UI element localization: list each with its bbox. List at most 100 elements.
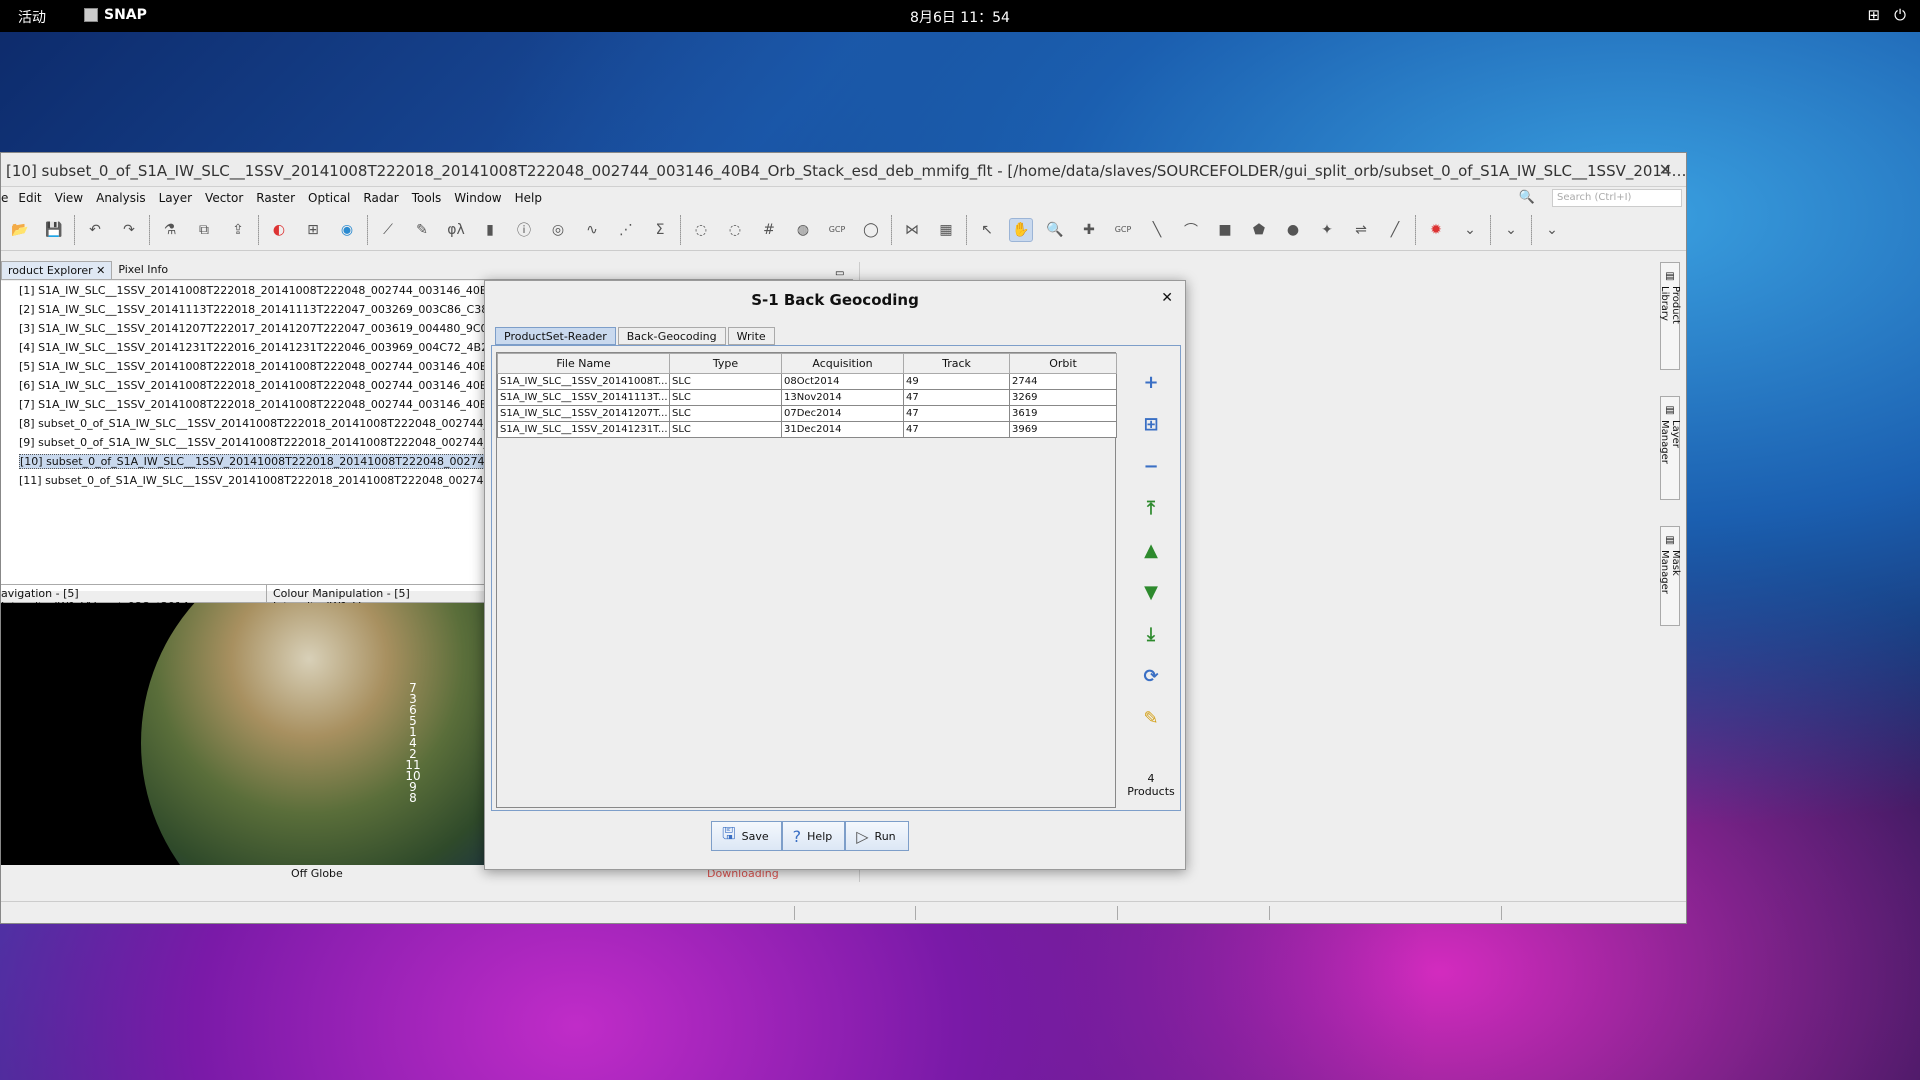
- table-row[interactable]: S1A_IW_SLC__1SSV_20141207T... SLC 07Dec201…: [497, 405, 1117, 422]
- gcp-placing-icon[interactable]: GCP: [1111, 218, 1135, 242]
- gcp-tool-2-icon[interactable]: ◌: [723, 218, 747, 242]
- list-item[interactable]: [4] S1A_IW_SLC__1SSV_20141231T222016_201…: [1, 338, 485, 357]
- tab-productset-reader[interactable]: ProductSet-Reader: [495, 327, 616, 345]
- sidebar-mask-manager[interactable]: ▤ Mask Manager: [1659, 526, 1681, 626]
- zoom-tool-icon[interactable]: 🔍: [1043, 218, 1067, 242]
- overflow-chevron-icon[interactable]: ⌄: [1540, 218, 1564, 242]
- undo-icon[interactable]: ↶: [83, 218, 107, 242]
- batch-processing-icon[interactable]: ▦: [934, 218, 958, 242]
- help-button[interactable]: ? Help: [781, 821, 846, 851]
- chevron-down-icon[interactable]: ⌄: [1458, 218, 1482, 242]
- menu-edit[interactable]: Edit: [18, 191, 41, 205]
- more-chevron-icon[interactable]: ⌄: [1499, 218, 1523, 242]
- list-item[interactable]: [6] S1A_IW_SLC__1SSV_20141008T222018_201…: [1, 376, 485, 395]
- sidebar-layer-manager[interactable]: ▤ Layer Manager: [1659, 396, 1681, 500]
- col-track[interactable]: Track: [903, 353, 1010, 374]
- pin-placing-icon[interactable]: ✚: [1077, 218, 1101, 242]
- dialog-close-icon[interactable]: ✕: [1161, 290, 1173, 306]
- move-up-icon[interactable]: ▲: [1139, 538, 1163, 562]
- save-product-icon[interactable]: 💾: [42, 218, 66, 242]
- search-input[interactable]: Search (Ctrl+I): [1552, 189, 1682, 207]
- pin-icon[interactable]: ◍: [791, 218, 815, 242]
- statistics-icon[interactable]: ◎: [546, 218, 570, 242]
- list-item[interactable]: [8] subset_0_of_S1A_IW_SLC__1SSV_2014100…: [1, 414, 485, 433]
- scatter-plot-icon[interactable]: ⋰: [614, 218, 638, 242]
- profile-plot-icon[interactable]: ⟋: [376, 218, 400, 242]
- tab-write[interactable]: Write: [727, 327, 775, 345]
- information-icon[interactable]: ⓘ: [512, 218, 536, 242]
- menu-view[interactable]: View: [55, 191, 83, 205]
- list-item[interactable]: [9] subset_0_of_S1A_IW_SLC__1SSV_2014100…: [1, 433, 485, 452]
- menu-optical[interactable]: Optical: [308, 191, 350, 205]
- polyline-tool-icon[interactable]: ⌒: [1179, 218, 1203, 242]
- table-row[interactable]: S1A_IW_SLC__1SSV_20141008T... SLC 08Oct201…: [497, 373, 1117, 390]
- search-icon[interactable]: 🔍: [1519, 190, 1535, 205]
- move-top-icon[interactable]: ⤒: [1139, 496, 1163, 520]
- move-down-icon[interactable]: ▼: [1139, 580, 1163, 604]
- gcp-tool-1-icon[interactable]: ◌: [689, 218, 713, 242]
- col-file-name[interactable]: File Name: [497, 353, 670, 374]
- menu-vector[interactable]: Vector: [205, 191, 243, 205]
- pan-tool-icon[interactable]: ✋: [1009, 217, 1033, 242]
- histogram-icon[interactable]: ▮: [478, 218, 502, 242]
- list-item[interactable]: [7] S1A_IW_SLC__1SSV_20141008T222018_201…: [1, 395, 485, 414]
- tab-product-explorer[interactable]: roduct Explorer ✕: [1, 261, 113, 279]
- gcp-icon[interactable]: GCP: [825, 218, 849, 242]
- sidebar-product-library[interactable]: ▤ Product Library: [1659, 262, 1681, 370]
- system-tray[interactable]: ⊞ ⏻: [1868, 6, 1906, 24]
- run-button[interactable]: ▷ Run: [845, 821, 909, 851]
- save-button[interactable]: 🖫 Save: [711, 821, 782, 851]
- menu-raster[interactable]: Raster: [256, 191, 295, 205]
- list-item[interactable]: [11] subset_0_of_S1A_IW_SLC__1SSV_201410…: [1, 471, 485, 490]
- star-icon[interactable]: ✹: [1424, 218, 1448, 242]
- minimize-icon[interactable]: ▭: [835, 268, 853, 279]
- grid-icon[interactable]: #: [757, 218, 781, 242]
- tab-back-geocoding[interactable]: Back-Geocoding: [617, 327, 726, 345]
- add-product-icon[interactable]: +: [1139, 370, 1163, 394]
- clock[interactable]: 8月6日 11：54: [0, 7, 1920, 27]
- table-row[interactable]: S1A_IW_SLC__1SSV_20141113T... SLC 13Nov201…: [497, 389, 1117, 406]
- export-icon[interactable]: ⇪: [226, 218, 250, 242]
- tab-navigation[interactable]: avigation - [5] Intensity_IW1_VV_mst_08O…: [1, 585, 267, 613]
- clear-icon[interactable]: ✎: [1139, 706, 1163, 730]
- add-opened-icon[interactable]: ⊞: [1139, 412, 1163, 436]
- menu-file[interactable]: e: [1, 191, 8, 205]
- subset-icon[interactable]: ⧉: [192, 218, 216, 242]
- range-finder-icon[interactable]: ⇌: [1349, 218, 1373, 242]
- menu-help[interactable]: Help: [515, 191, 542, 205]
- list-item-selected[interactable]: [10] subset_0_of_S1A_IW_SLC__1SSV_201410…: [1, 452, 485, 471]
- close-icon[interactable]: ✕: [96, 264, 105, 277]
- menu-radar[interactable]: Radar: [363, 191, 398, 205]
- menu-layer[interactable]: Layer: [159, 191, 192, 205]
- rectangle-tool-icon[interactable]: ■: [1213, 218, 1237, 242]
- polygon-tool-icon[interactable]: ⬟: [1247, 218, 1271, 242]
- band-maths-icon[interactable]: ⚗: [158, 218, 182, 242]
- open-product-icon[interactable]: 📂: [8, 218, 32, 242]
- select-tool-icon[interactable]: ↖: [975, 218, 999, 242]
- scatter-edit-icon[interactable]: ✎: [410, 218, 434, 242]
- color-palette-icon[interactable]: ◐: [267, 218, 291, 242]
- menu-analysis[interactable]: Analysis: [96, 191, 145, 205]
- phi-lambda-icon[interactable]: φλ: [444, 218, 468, 242]
- tab-pixel-info[interactable]: Pixel Info: [112, 261, 175, 279]
- list-item[interactable]: [2] S1A_IW_SLC__1SSV_20141113T222018_201…: [1, 300, 485, 319]
- globe-tool-icon[interactable]: ◯: [859, 218, 883, 242]
- table-row[interactable]: S1A_IW_SLC__1SSV_20141231T... SLC 31Dec201…: [497, 421, 1117, 438]
- col-orbit[interactable]: Orbit: [1009, 353, 1117, 374]
- spectrum-icon[interactable]: ∿: [580, 218, 604, 242]
- sigma-icon[interactable]: Σ: [648, 218, 672, 242]
- menu-window[interactable]: Window: [454, 191, 501, 205]
- window-close-icon[interactable]: ✕: [1659, 160, 1672, 179]
- col-type[interactable]: Type: [669, 353, 782, 374]
- tab-colour-manipulation[interactable]: Colour Manipulation - [5] Intensity_IW1_…: [267, 585, 487, 613]
- list-item[interactable]: [3] S1A_IW_SLC__1SSV_20141207T222017_201…: [1, 319, 485, 338]
- layers-icon[interactable]: ⊞: [301, 218, 325, 242]
- graph-builder-icon[interactable]: ⋈: [900, 218, 924, 242]
- menu-tools[interactable]: Tools: [412, 191, 442, 205]
- magic-wand-icon[interactable]: ✦: [1315, 218, 1339, 242]
- wave-icon[interactable]: ◉: [335, 218, 359, 242]
- list-item[interactable]: [1] S1A_IW_SLC__1SSV_20141008T222018_201…: [1, 281, 485, 300]
- col-acquisition[interactable]: Acquisition: [781, 353, 904, 374]
- refresh-icon[interactable]: ⟳: [1139, 664, 1163, 688]
- ellipse-tool-icon[interactable]: ●: [1281, 218, 1305, 242]
